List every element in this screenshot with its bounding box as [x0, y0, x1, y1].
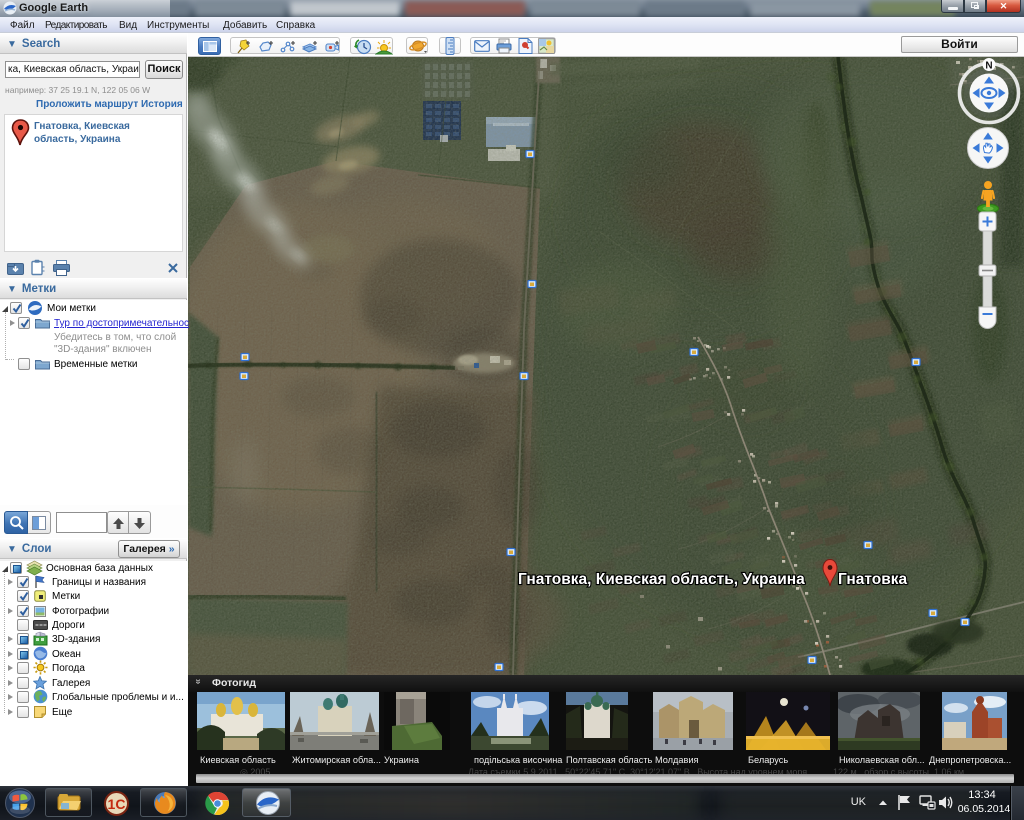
svg-text:N: N: [985, 61, 992, 72]
svg-text:Гнатовка, Киевская область, Ук: Гнатовка, Киевская область, Украина: [518, 571, 805, 588]
svg-text:1С: 1С: [108, 796, 126, 812]
svg-text:Гнатовка: Гнатовка: [838, 571, 908, 588]
